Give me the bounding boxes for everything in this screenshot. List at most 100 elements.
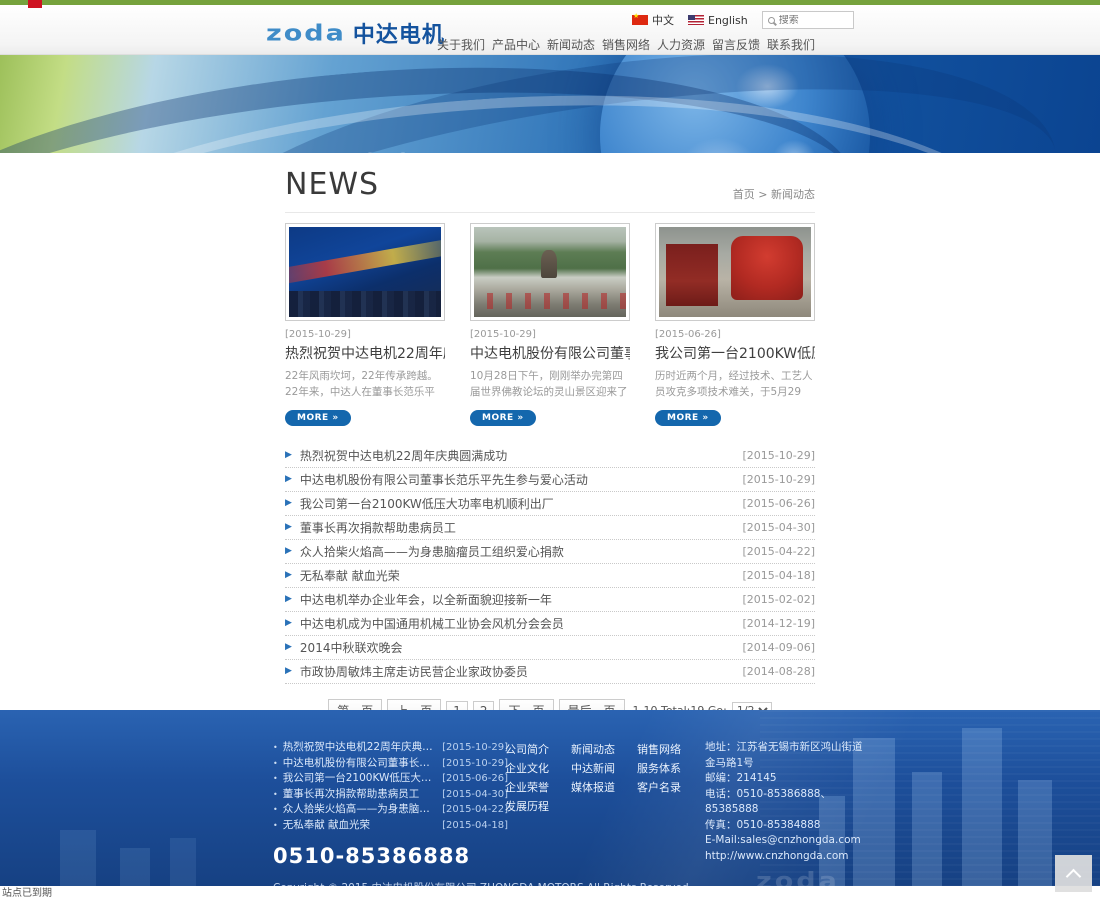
footer-link[interactable]: 媒体报道 (571, 778, 631, 797)
list-item-date: [2014-12-19] (742, 617, 815, 630)
news-card-title[interactable]: 我公司第一台2100KW低压大功率 (655, 343, 815, 363)
nav-item-hr[interactable]: 人力资源 (657, 36, 705, 53)
footer-news-title[interactable]: 众人拾柴火焰高——为身患脑瘤员工组织... (283, 802, 434, 818)
footer-news-item[interactable]: •热烈祝贺中达电机22周年庆典圆满成功[2015-10-29] (273, 740, 508, 756)
footer: •热烈祝贺中达电机22周年庆典圆满成功[2015-10-29] •中达电机股份有… (0, 710, 1100, 886)
arrow-right-icon: ▶ (285, 619, 292, 628)
list-item[interactable]: ▶中达电机举办企业年会，以全新面貌迎接新一年[2015-02-02] (285, 588, 815, 612)
footer-news-item[interactable]: •董事长再次捐款帮助患病员工[2015-04-30] (273, 787, 508, 803)
list-item-date: [2015-04-18] (742, 569, 815, 582)
nav-item-products[interactable]: 产品中心 (492, 36, 540, 53)
list-item[interactable]: ▶2014中秋联欢晚会[2014-09-06] (285, 636, 815, 660)
footer-link[interactable]: 发展历程 (505, 797, 565, 816)
news-card-title[interactable]: 中达电机股份有限公司董事长范乐 (470, 343, 630, 363)
news-card-desc: 历时近两个月，经过技术、工艺人员攻克多项技术难关，于5月29日，我公司第一台71… (655, 368, 815, 401)
footer-column-company: 公司简介 企业文化 企业荣誉 发展历程 (505, 740, 565, 816)
footer-link[interactable]: 企业文化 (505, 759, 565, 778)
site-status-bar: 站点已到期 (0, 886, 1100, 902)
list-item[interactable]: ▶ 众人拾柴火焰高——为身患脑瘤员工组织爱心捐款[2015-04-22] (285, 540, 815, 564)
bullet-icon: • (273, 802, 278, 818)
bullet-icon: • (273, 756, 278, 772)
breadcrumb: 首页 > 新闻动态 (733, 186, 815, 202)
footer-news-title[interactable]: 我公司第一台2100KW低压大功率电... (283, 771, 434, 787)
more-button[interactable]: MORE » (470, 410, 536, 426)
us-flag-icon (688, 15, 704, 25)
footer-contact: 地址：江苏省无锡市新区鸿山街道金马路1号 邮编：214145 电话：0510-8… (705, 740, 867, 864)
footer-link-columns: 公司简介 企业文化 企业荣誉 发展历程 新闻动态 中达新闻 媒体报道 销售网络 … (505, 740, 697, 816)
scroll-to-top-button[interactable] (1055, 855, 1092, 892)
bullet-icon: • (273, 818, 278, 834)
footer-news-date: [2015-10-29] (442, 756, 508, 772)
contact-website[interactable]: http://www.cnzhongda.com (705, 849, 867, 865)
arrow-right-icon: ▶ (285, 595, 292, 604)
footer-news-item[interactable]: •无私奉献 献血光荣[2015-04-18] (273, 818, 508, 834)
search-input[interactable] (779, 15, 841, 26)
page: zoda 中达电机 中文 English 关于我们 产品中心 新闻动态 销售网络… (0, 0, 1100, 902)
nav-item-feedback[interactable]: 留言反馈 (712, 36, 760, 53)
list-item-date: [2015-04-22] (742, 545, 815, 558)
list-item-title[interactable]: 中达电机成为中国通用机械工业协会风机分会会员 (300, 615, 743, 632)
more-button[interactable]: MORE » (655, 410, 721, 426)
list-item-title[interactable]: 市政协周敏炜主席走访民营企业家政协委员 (300, 663, 743, 680)
arrow-right-icon: ▶ (285, 547, 292, 556)
footer-news-item[interactable]: • 众人拾柴火焰高——为身患脑瘤员工组织... [2015-04-22] (273, 802, 508, 818)
footer-news-item[interactable]: •我公司第一台2100KW低压大功率电...[2015-06-26] (273, 771, 508, 787)
footer-news-title[interactable]: 董事长再次捐款帮助患病员工 (283, 787, 434, 803)
news-card: [2015-06-26] 我公司第一台2100KW低压大功率 历时近两个月，经过… (655, 223, 815, 426)
footer-link[interactable]: 新闻动态 (571, 740, 631, 759)
arrow-right-icon: ▶ (285, 475, 292, 484)
list-item-title[interactable]: 无私奉献 献血光荣 (300, 567, 743, 584)
list-item-title[interactable]: 我公司第一台2100KW低压大功率电机顺利出厂 (300, 495, 743, 512)
footer-news-item[interactable]: • 中达电机股份有限公司董事长范乐平先生... [2015-10-29] (273, 756, 508, 772)
footer-news-title[interactable]: 热烈祝贺中达电机22周年庆典圆满成功 (283, 740, 434, 756)
arrow-right-icon: ▶ (285, 499, 292, 508)
nav-item-contact[interactable]: 联系我们 (767, 36, 815, 53)
footer-link[interactable]: 公司简介 (505, 740, 565, 759)
footer-link[interactable]: 企业荣誉 (505, 778, 565, 797)
contact-email[interactable]: E-Mail:sales@cnzhongda.com (705, 833, 867, 849)
list-item-title[interactable]: 2014中秋联欢晚会 (300, 639, 743, 656)
main-nav: 关于我们 产品中心 新闻动态 销售网络 人力资源 留言反馈 联系我们 (437, 36, 815, 53)
list-item-title[interactable]: 中达电机股份有限公司董事长范乐平先生参与爱心活动 (300, 471, 743, 488)
list-item-title[interactable]: 热烈祝贺中达电机22周年庆典圆满成功 (300, 447, 743, 464)
footer-link[interactable]: 客户名录 (637, 778, 697, 797)
footer-news-title[interactable]: 无私奉献 献血光荣 (283, 818, 434, 834)
contact-fax: 传真：0510-85384888 (705, 818, 867, 834)
news-card-date: [2015-10-29] (285, 329, 445, 340)
search-box[interactable] (762, 11, 854, 29)
utility-bar: 中文 English (632, 11, 854, 29)
list-item[interactable]: ▶董事长再次捐款帮助患病员工[2015-04-30] (285, 516, 815, 540)
lang-switch-chinese[interactable]: 中文 (632, 12, 674, 28)
lang-en-label: English (708, 14, 748, 27)
news-card-image[interactable] (470, 223, 630, 321)
footer-link[interactable]: 销售网络 (637, 740, 697, 759)
footer-phone-number: 0510-85386888 (273, 844, 470, 868)
site-status-text: 站点已到期 (2, 888, 52, 899)
nav-item-sales[interactable]: 销售网络 (602, 36, 650, 53)
arrow-right-icon: ▶ (285, 451, 292, 460)
list-item-title[interactable]: 众人拾柴火焰高——为身患脑瘤员工组织爱心捐款 (300, 543, 743, 560)
nav-item-about[interactable]: 关于我们 (437, 36, 485, 53)
breadcrumb-home[interactable]: 首页 (733, 188, 755, 201)
footer-link[interactable]: 服务体系 (637, 759, 697, 778)
nav-item-news[interactable]: 新闻动态 (547, 36, 595, 53)
outdoor-event-photo (474, 227, 626, 317)
list-item-title[interactable]: 中达电机举办企业年会，以全新面貌迎接新一年 (300, 591, 743, 608)
footer-link[interactable]: 中达新闻 (571, 759, 631, 778)
list-item[interactable]: ▶市政协周敏炜主席走访民营企业家政协委员[2014-08-28] (285, 660, 815, 684)
list-item[interactable]: ▶ 中达电机成为中国通用机械工业协会风机分会会员[2014-12-19] (285, 612, 815, 636)
logo[interactable]: zoda 中达电机 (266, 17, 445, 49)
footer-news-date: [2015-06-26] (442, 771, 508, 787)
lang-switch-english[interactable]: English (688, 14, 748, 27)
footer-news-date: [2015-04-22] (442, 802, 508, 818)
more-button[interactable]: MORE » (285, 410, 351, 426)
list-item[interactable]: ▶我公司第一台2100KW低压大功率电机顺利出厂[2015-06-26] (285, 492, 815, 516)
footer-news-title[interactable]: 中达电机股份有限公司董事长范乐平先生... (283, 756, 434, 772)
list-item[interactable]: ▶无私奉献 献血光荣[2015-04-18] (285, 564, 815, 588)
list-item[interactable]: ▶中达电机股份有限公司董事长范乐平先生参与爱心活动[2015-10-29] (285, 468, 815, 492)
list-item-title[interactable]: 董事长再次捐款帮助患病员工 (300, 519, 743, 536)
list-item[interactable]: ▶热烈祝贺中达电机22周年庆典圆满成功[2015-10-29] (285, 444, 815, 468)
news-card-title[interactable]: 热烈祝贺中达电机22周年庆典圆满 (285, 343, 445, 363)
news-card-image[interactable] (655, 223, 815, 321)
news-card-image[interactable] (285, 223, 445, 321)
